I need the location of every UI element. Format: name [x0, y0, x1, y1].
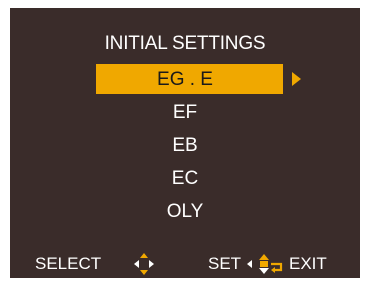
select-hint: SELECT [35, 252, 101, 276]
menu-item-label: EG . E [157, 69, 213, 90]
menu-item-oly[interactable]: OLY [10, 195, 360, 228]
settings-screen: INITIAL SETTINGS EG . E EF EB EC OLY SEL… [10, 8, 360, 278]
screen-title: INITIAL SETTINGS [104, 33, 266, 54]
menu-item-label: EB [172, 135, 198, 156]
menu-item-label: EC [171, 168, 199, 189]
menu-item-eb[interactable]: EB [10, 129, 360, 162]
exit-label: EXIT [289, 254, 327, 273]
set-hint: SET [208, 252, 241, 276]
menu-item-label: OLY [166, 201, 204, 222]
dpad-set-icon [247, 254, 283, 274]
select-label: SELECT [35, 254, 102, 273]
menu-item-ef[interactable]: EF [10, 96, 360, 129]
arrow-right-icon [292, 72, 301, 86]
menu-item-label: EF [172, 102, 198, 123]
exit-hint: EXIT [289, 252, 327, 276]
button-guide: SELECT SET EXIT [10, 252, 360, 276]
set-label: SET [208, 254, 242, 273]
menu-item-eg-e[interactable]: EG . E [10, 63, 360, 96]
dpad-up-down-icon [134, 253, 154, 275]
settings-menu: EG . E EF EB EC OLY [10, 63, 360, 228]
menu-item-ec[interactable]: EC [10, 162, 360, 195]
